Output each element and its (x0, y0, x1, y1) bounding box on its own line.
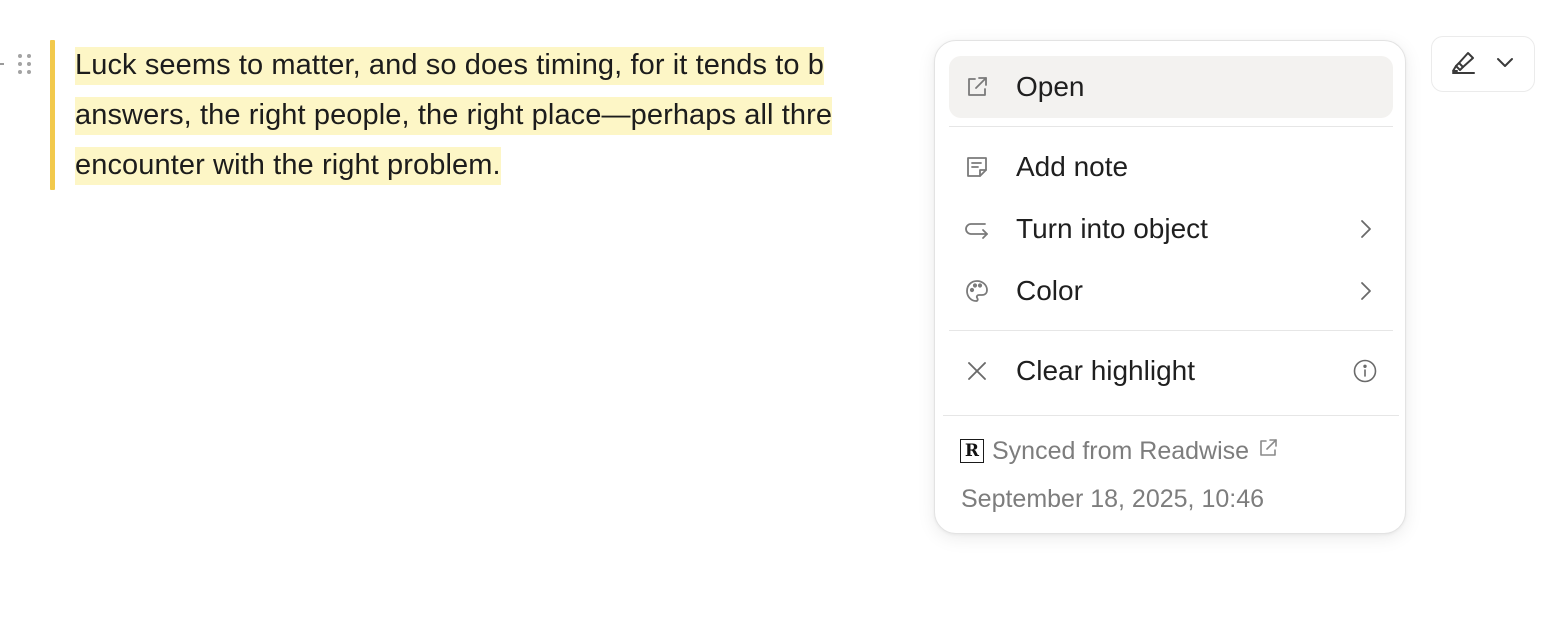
chevron-right-icon (1351, 215, 1379, 243)
highlight-line: answers, the right people, the right pla… (75, 97, 833, 135)
menu-item-color[interactable]: Color (949, 260, 1393, 322)
block-marker (0, 63, 4, 65)
chevron-down-icon (1494, 51, 1516, 78)
highlight-text[interactable]: Luck seems to matter, and so does timing… (75, 40, 1075, 190)
highlight-bar (50, 40, 55, 190)
highlighter-icon (1450, 48, 1478, 81)
highlight-block[interactable]: Luck seems to matter, and so does timing… (50, 40, 950, 190)
external-link-icon (963, 73, 991, 101)
menu-divider (949, 330, 1393, 331)
editor-page: Luck seems to matter, and so does timing… (0, 0, 1542, 620)
external-link-icon[interactable] (1257, 437, 1279, 466)
menu-item-label: Add note (1016, 151, 1129, 182)
synced-from-label: Synced from Readwise (992, 436, 1250, 465)
menu-item-add-note[interactable]: Add note (949, 136, 1393, 198)
menu-item-turn-into-object[interactable]: Turn into object (949, 198, 1393, 260)
highlighter-tool-button[interactable] (1431, 36, 1535, 92)
turn-into-arrow-icon (963, 215, 991, 243)
highlight-context-menu: Open Add note Turn into object Color Cle… (934, 40, 1406, 534)
menu-divider (943, 415, 1399, 416)
chevron-right-icon (1351, 277, 1379, 305)
menu-item-label: Turn into object (1016, 213, 1208, 244)
menu-item-clear-highlight[interactable]: Clear highlight (949, 340, 1393, 402)
menu-item-label: Color (1016, 275, 1083, 306)
menu-divider (949, 126, 1393, 127)
sync-source[interactable]: R Synced from Readwise (960, 435, 1279, 467)
highlight-line: encounter with the right problem. (75, 147, 501, 185)
info-icon[interactable] (1351, 357, 1379, 385)
drag-handle-icon[interactable] (16, 52, 34, 78)
note-icon (963, 153, 991, 181)
synced-date: September 18, 2025, 10:46 (961, 485, 1265, 513)
menu-item-open[interactable]: Open (949, 56, 1393, 118)
palette-icon (963, 277, 991, 305)
menu-item-label: Open (1016, 71, 1085, 102)
highlight-line: Luck seems to matter, and so does timing… (75, 47, 824, 85)
readwise-logo: R (960, 439, 984, 463)
close-icon (963, 357, 991, 385)
menu-item-label: Clear highlight (1016, 355, 1195, 386)
